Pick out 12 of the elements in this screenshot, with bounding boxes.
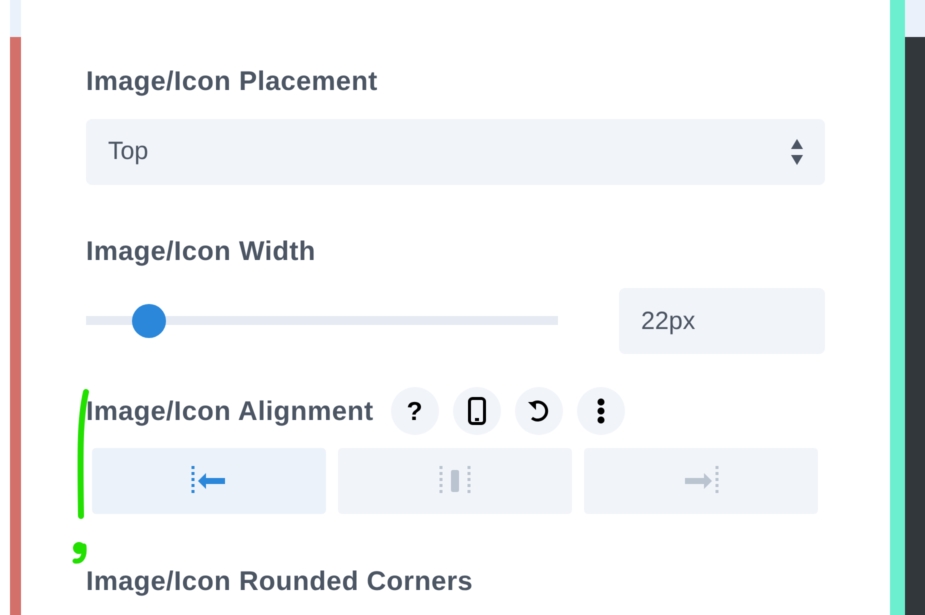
width-field[interactable]: 22px — [619, 288, 825, 354]
select-field[interactable]: Top — [86, 119, 825, 185]
sort-arrows-icon — [791, 139, 803, 165]
field-label: Image/Icon Rounded Corners — [86, 568, 474, 595]
slider-thumb[interactable] — [132, 304, 166, 338]
help-button[interactable]: ? — [390, 387, 439, 435]
undo-icon — [526, 399, 551, 423]
field-label: Image/Icon Width — [86, 238, 317, 265]
field-label: Image/Icon Placement — [86, 68, 379, 95]
more-icon — [596, 398, 605, 424]
phone-icon — [468, 397, 486, 425]
field-label: Image/Icon Alignment — [86, 398, 374, 424]
